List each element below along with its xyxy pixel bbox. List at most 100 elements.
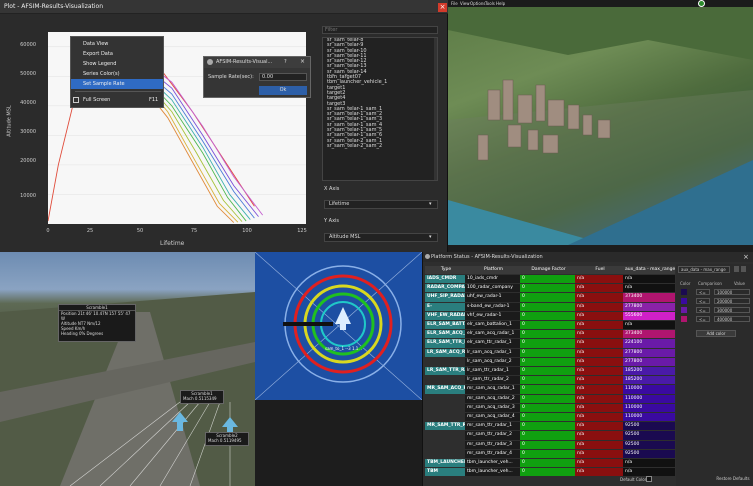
column-header[interactable]: aux_data - max_range: [623, 266, 675, 274]
close-icon[interactable]: ×: [743, 252, 749, 262]
column-select[interactable]: aux_data - max_range: [678, 266, 730, 273]
label-row: Heading 0% Degrees: [59, 331, 135, 336]
fuel-cell: n/a: [575, 311, 623, 321]
table-row[interactable]: IADS_CMDR 10_iads_cmdr 0 n/a n/a: [425, 275, 675, 284]
header-value: Value: [734, 281, 745, 286]
table-row[interactable]: ELR_SAM_TTR_RA...elr_sam_ttr_radar_10n/a…: [425, 339, 675, 348]
table-row[interactable]: UHF_SIP_RADAR uhf_ew_radar-1 0 n/a 373400: [425, 293, 675, 302]
table-row[interactable]: VHF_EW_RADAR vhf_ew_radar-1 0 n/a 555600: [425, 311, 675, 321]
help-icon[interactable]: ?: [284, 59, 287, 65]
damage-cell: 0: [520, 394, 575, 403]
rule-value-input[interactable]: 100000: [714, 289, 750, 295]
rule-comparison-select[interactable]: <=: [696, 316, 710, 322]
column-header[interactable]: Type: [425, 266, 465, 274]
menu-item-show-legend[interactable]: Show Legend: [71, 59, 163, 69]
add-icon[interactable]: [734, 266, 739, 272]
type-cell: [425, 403, 465, 413]
filter-input[interactable]: Filter: [322, 26, 438, 34]
table-row[interactable]: mr_sam_acq_radar_2 0 n/a 110000: [425, 394, 675, 403]
damage-cell: 0: [520, 449, 575, 459]
menu-item-export-data[interactable]: Export Data: [71, 49, 163, 59]
rule-color-swatch[interactable]: [681, 289, 687, 295]
table-row[interactable]: mr_sam_ttr_radar_3 0 n/a 92500: [425, 440, 675, 449]
column-header[interactable]: Platform: [465, 266, 520, 274]
y-tick-label: 60000: [20, 42, 36, 48]
damage-cell: 0: [520, 459, 575, 468]
ok-button[interactable]: Ok: [259, 86, 307, 95]
terrain-3d-view[interactable]: [448, 0, 753, 245]
platform-info-label[interactable]: Scramble1 Position 21t 46' 10.47N 157 55…: [58, 304, 136, 342]
aircraft-icon[interactable]: [335, 307, 351, 330]
column-header[interactable]: Fuel: [575, 266, 623, 274]
rule-comparison-select[interactable]: <=: [696, 289, 710, 295]
column-header[interactable]: Damage Factor: [520, 266, 575, 274]
aux-cell: n/a: [623, 275, 675, 284]
compass-icon[interactable]: [698, 0, 705, 7]
table-row[interactable]: lr_sam_acq_radar_2 0 n/a 277800: [425, 357, 675, 367]
y-axis-select[interactable]: Altitude MSL ▾: [324, 233, 438, 242]
remove-icon[interactable]: [741, 266, 746, 272]
rule-value-input[interactable]: 200000: [714, 298, 750, 304]
menu-help[interactable]: Help: [496, 1, 505, 6]
table-row[interactable]: ELR_SAM_ACQ_R...elr_sam_acq_radar_10n/a3…: [425, 330, 675, 339]
type-cell: MR_SAM_TTR_RA...: [425, 422, 465, 431]
airfield-3d-view[interactable]: Scramble1 Position 21t 46' 10.47N 157 55…: [0, 252, 255, 486]
table-row[interactable]: ELR_SAM_BATTAL...elr_sam_battalion_10n/a…: [425, 321, 675, 330]
scrollbar[interactable]: [434, 38, 437, 180]
table-row[interactable]: RADAR_COMPANY100_radar_company0n/an/a: [425, 284, 675, 293]
rule-color-swatch[interactable]: [681, 298, 687, 304]
table-row[interactable]: TBM tbm_launcher_veh... 0 n/a n/a: [425, 468, 675, 477]
menu-view[interactable]: View: [460, 1, 470, 6]
app-icon: [425, 254, 430, 259]
table-row[interactable]: lr_sam_ttr_radar_2 0 n/a 185200: [425, 376, 675, 385]
rule-comparison-select[interactable]: <=: [696, 298, 710, 304]
fuel-cell: n/a: [575, 348, 623, 357]
table-row[interactable]: mr_sam_ttr_radar_2 0 n/a 92500: [425, 431, 675, 440]
damage-cell: 0: [520, 431, 575, 440]
table-row[interactable]: LR_SAM_ACQ_RA...lr_sam_acq_radar_10n/a27…: [425, 348, 675, 357]
rule-color-swatch[interactable]: [681, 316, 687, 322]
platform-cell: uhf_ew_radar-1: [465, 293, 520, 302]
label-row: Mach 0.5119495: [208, 438, 242, 443]
rule-color-swatch[interactable]: [681, 307, 687, 313]
airfield-scene: [0, 292, 255, 486]
menu-item-data-view[interactable]: Data View: [71, 39, 163, 49]
platform-info-label[interactable]: Scramble2 Mach 0.5119495: [205, 432, 249, 446]
add-color-button[interactable]: Add color: [696, 330, 736, 337]
table-row[interactable]: TBM_LAUNCHER_...tbm_launcher_veh...0n/an…: [425, 459, 675, 468]
table-row[interactable]: E-s-band_ew_radar-1 0 n/a 277800: [425, 302, 675, 311]
table-row[interactable]: LR_SAM_TTR_RA...lr_sam_ttr_radar_10n/a18…: [425, 367, 675, 376]
fuel-cell: n/a: [575, 449, 623, 459]
table-row[interactable]: MR_SAM_TTR_RA...mr_sam_ttr_radar_10n/a92…: [425, 422, 675, 431]
platform-info-label[interactable]: Scramble1 Mach 0.5115349: [180, 390, 224, 404]
menu-file[interactable]: File: [451, 1, 458, 6]
close-icon[interactable]: ×: [438, 3, 447, 12]
plot-window-title: Plot - AFSIM-Results-Visualization: [4, 3, 104, 10]
default-color-swatch[interactable]: [646, 476, 652, 482]
menu-item-full-screen[interactable]: Full Screen F11: [71, 95, 163, 105]
rule-value-input[interactable]: 300000: [714, 307, 750, 313]
type-cell: UHF_SIP_RADAR: [425, 293, 465, 302]
sample-rate-input[interactable]: 0.00: [259, 73, 307, 81]
aux-cell: n/a: [623, 459, 675, 468]
table-row[interactable]: mr_sam_acq_radar_3 0 n/a 110000: [425, 403, 675, 413]
platform-list[interactable]: sr_sam_telar-8 sr_sam_telar-9 sr_sam_telar…: [322, 37, 438, 181]
menu-tools[interactable]: Tools: [485, 1, 495, 6]
platform-cell: elr_sam_acq_radar_1: [465, 330, 520, 339]
menu-item-set-sample-rate[interactable]: Set Sample Rate: [71, 79, 163, 89]
menu-item-series-colors[interactable]: Series Color(s): [71, 69, 163, 79]
x-axis-section-label: X Axis: [324, 186, 340, 192]
restore-defaults-button[interactable]: Restore Defaults: [714, 476, 752, 483]
status-table[interactable]: Type Platform Damage Factor Fuel aux_dat…: [425, 266, 675, 482]
close-icon[interactable]: ×: [300, 58, 305, 65]
table-row[interactable]: MR_SAM_ACQ_RA...mr_sam_acq_radar_10n/a11…: [425, 385, 675, 394]
rule-value-input[interactable]: 400000: [714, 316, 750, 322]
table-row[interactable]: mr_sam_ttr_radar_4 0 n/a 92500: [425, 449, 675, 459]
damage-cell: 0: [520, 348, 575, 357]
radar-view[interactable]: sam_to_1 --3 1.1. .: [255, 252, 422, 400]
list-item[interactable]: sr_sam_telar-2_sam_2: [323, 143, 437, 149]
menu-options[interactable]: Options: [470, 1, 485, 6]
x-axis-select[interactable]: Lifetime ▾: [324, 200, 438, 209]
rule-comparison-select[interactable]: <=: [696, 307, 710, 313]
table-row[interactable]: mr_sam_acq_radar_4 0 n/a 110000: [425, 413, 675, 422]
